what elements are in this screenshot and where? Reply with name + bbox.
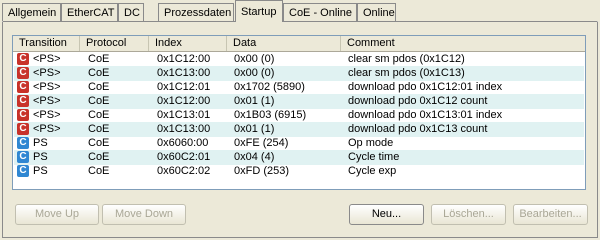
table-row[interactable]: C <PS> CoE 0x1C12:01 0x1702 (5890) download p… — [14, 80, 584, 95]
new-button[interactable]: Neu... — [349, 204, 424, 225]
comment-cell: download pdo 0x1C12:01 index — [348, 81, 503, 93]
tab-prozessdaten[interactable]: Prozessdaten — [158, 3, 234, 21]
move-up-button[interactable]: Move Up — [15, 204, 99, 225]
protocol-cell: CoE — [88, 123, 110, 135]
coe-command-icon: C — [17, 67, 29, 79]
protocol-cell: CoE — [88, 81, 110, 93]
transition-text: PS — [33, 137, 48, 149]
table-row[interactable]: C PS CoE 0x6060:00 0xFE (254) Op mode — [14, 136, 584, 151]
index-cell: 0x1C12:01 — [157, 81, 211, 93]
tab-bar: Allgemein EtherCAT DC Prozessdaten Start… — [0, 0, 600, 22]
index-cell: 0x60C2:02 — [157, 165, 211, 177]
transition-text: PS — [33, 151, 48, 163]
tab-startup[interactable]: Startup — [235, 0, 283, 22]
coe-command-icon: C — [17, 95, 29, 107]
column-header-transition[interactable]: Transition — [13, 36, 80, 51]
coe-command-icon: C — [17, 109, 29, 121]
data-cell: 0x1B03 (6915) — [234, 109, 307, 121]
index-cell: 0x1C13:00 — [157, 123, 211, 135]
data-cell: 0x1702 (5890) — [234, 81, 305, 93]
transition-text: PS — [33, 165, 48, 177]
transition-cell: C <PS> — [14, 94, 80, 109]
index-cell: 0x6060:00 — [157, 137, 209, 149]
protocol-cell: CoE — [88, 137, 110, 149]
startup-list[interactable]: Transition Protocol Index Data Comment C… — [12, 35, 586, 190]
transition-cell: C <PS> — [14, 108, 80, 123]
transition-cell: C PS — [14, 150, 80, 165]
coe-command-icon: C — [17, 81, 29, 93]
coe-command-icon: C — [17, 165, 29, 177]
comment-cell: Cycle exp — [348, 165, 397, 177]
column-header-index[interactable]: Index — [149, 36, 227, 51]
protocol-cell: CoE — [88, 109, 110, 121]
coe-command-icon: C — [17, 53, 29, 65]
tab-dc[interactable]: DC — [118, 3, 144, 21]
comment-cell: clear sm pdos (0x1C13) — [348, 67, 465, 79]
index-cell: 0x1C12:00 — [157, 53, 211, 65]
transition-text: <PS> — [33, 95, 61, 107]
transition-cell: C <PS> — [14, 122, 80, 137]
edit-button[interactable]: Bearbeiten... — [513, 204, 588, 225]
transition-cell: C <PS> — [14, 52, 80, 67]
transition-text: <PS> — [33, 109, 61, 121]
table-row[interactable]: C <PS> CoE 0x1C13:00 0x01 (1) download pdo 0x… — [14, 122, 584, 137]
tab-online[interactable]: Online — [357, 3, 396, 21]
table-row[interactable]: C PS CoE 0x60C2:01 0x04 (4) Cycle time — [14, 150, 584, 165]
index-cell: 0x1C13:00 — [157, 67, 211, 79]
transition-cell: C PS — [14, 164, 80, 179]
data-cell: 0x00 (0) — [234, 53, 275, 65]
column-header-protocol[interactable]: Protocol — [80, 36, 149, 51]
table-row[interactable]: C <PS> CoE 0x1C12:00 0x01 (1) download pdo 0x… — [14, 94, 584, 109]
transition-text: <PS> — [33, 67, 61, 79]
table-row[interactable]: C <PS> CoE 0x1C13:01 0x1B03 (6915) download p… — [14, 108, 584, 123]
data-cell: 0x01 (1) — [234, 123, 275, 135]
transition-text: <PS> — [33, 53, 61, 65]
comment-cell: download pdo 0x1C12 count — [348, 95, 488, 107]
coe-command-icon: C — [17, 151, 29, 163]
coe-command-icon: C — [17, 123, 29, 135]
index-cell: 0x60C2:01 — [157, 151, 211, 163]
tab-coe-online[interactable]: CoE - Online — [283, 3, 357, 21]
tab-allgemein[interactable]: Allgemein — [2, 3, 61, 21]
column-header-data[interactable]: Data — [227, 36, 341, 51]
move-down-button[interactable]: Move Down — [102, 204, 186, 225]
tab-ethercat[interactable]: EtherCAT — [61, 3, 118, 21]
transition-text: <PS> — [33, 123, 61, 135]
comment-cell: download pdo 0x1C13:01 index — [348, 109, 503, 121]
data-cell: 0x01 (1) — [234, 95, 275, 107]
table-row[interactable]: C <PS> CoE 0x1C12:00 0x00 (0) clear sm pdos (… — [14, 52, 584, 67]
table-row[interactable]: C PS CoE 0x60C2:02 0xFD (253) Cycle exp — [14, 164, 584, 179]
protocol-cell: CoE — [88, 165, 110, 177]
transition-text: <PS> — [33, 81, 61, 93]
list-header: Transition Protocol Index Data Comment — [13, 36, 585, 52]
coe-command-icon: C — [17, 137, 29, 149]
protocol-cell: CoE — [88, 53, 110, 65]
protocol-cell: CoE — [88, 67, 110, 79]
delete-button[interactable]: Löschen... — [431, 204, 506, 225]
transition-cell: C <PS> — [14, 66, 80, 81]
protocol-cell: CoE — [88, 95, 110, 107]
comment-cell: download pdo 0x1C13 count — [348, 123, 488, 135]
data-cell: 0xFD (253) — [234, 165, 290, 177]
comment-cell: Op mode — [348, 137, 394, 149]
data-cell: 0xFE (254) — [234, 137, 289, 149]
protocol-cell: CoE — [88, 151, 110, 163]
table-row[interactable]: C <PS> CoE 0x1C13:00 0x00 (0) clear sm pdos (… — [14, 66, 584, 81]
comment-cell: clear sm pdos (0x1C12) — [348, 53, 465, 65]
comment-cell: Cycle time — [348, 151, 400, 163]
column-header-comment[interactable]: Comment — [341, 36, 585, 51]
transition-cell: C <PS> — [14, 80, 80, 95]
index-cell: 0x1C12:00 — [157, 95, 211, 107]
transition-cell: C PS — [14, 136, 80, 151]
data-cell: 0x00 (0) — [234, 67, 275, 79]
index-cell: 0x1C13:01 — [157, 109, 211, 121]
data-cell: 0x04 (4) — [234, 151, 275, 163]
